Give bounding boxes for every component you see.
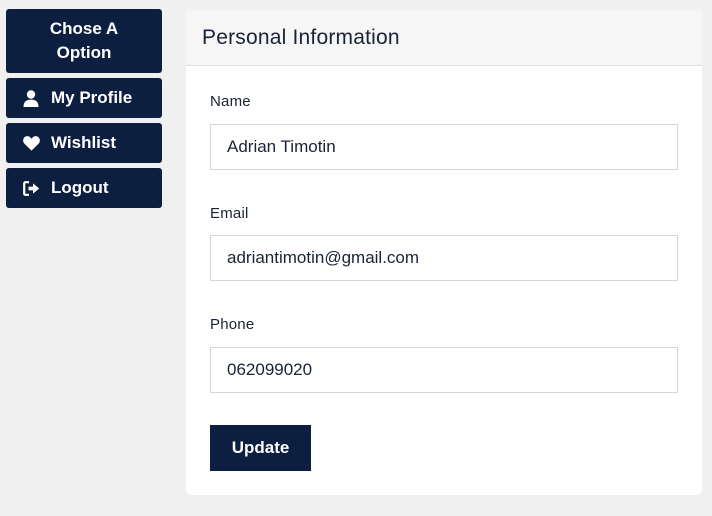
sidebar-item-label: Wishlist [51,133,117,152]
sidebar-item-wishlist[interactable]: Wishlist [6,123,162,163]
phone-label: Phone [210,316,255,333]
sidebar-item-logout[interactable]: Logout [6,168,162,208]
name-label: Name [210,93,251,110]
card-header: Personal Information [186,10,702,66]
name-field[interactable] [210,124,678,170]
email-label: Email [210,205,249,222]
phone-field[interactable] [210,347,678,393]
sidebar-item-label: Logout [51,178,109,197]
logout-icon [22,179,40,197]
update-button[interactable]: Update [210,425,311,471]
email-field[interactable] [210,235,678,281]
heart-icon [22,134,40,152]
sidebar-header: Chose A Option [6,9,162,73]
sidebar-header-line2: Option [56,43,112,62]
sidebar-item-label: My Profile [51,88,133,107]
personal-info-card: Personal Information Name Email Phone Up… [186,10,702,495]
user-icon [22,89,40,107]
sidebar-header-line1: Chose A [49,19,119,38]
sidebar-item-my-profile[interactable]: My Profile [6,78,162,118]
page: Chose A Option My Profile Wishlist Logou… [0,0,712,516]
card-title: Personal Information [202,25,400,49]
sidebar: Chose A Option My Profile Wishlist Logou… [6,9,162,208]
